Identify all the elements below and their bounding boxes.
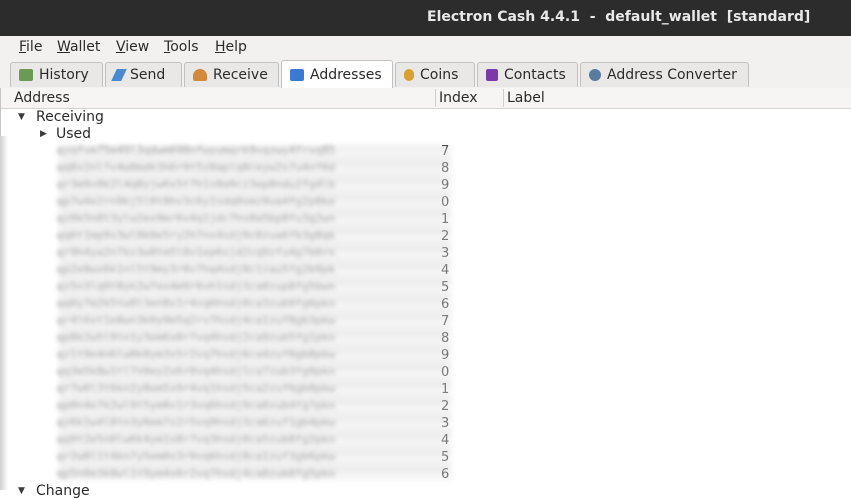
menu-tools[interactable]: Tools [164, 39, 199, 55]
tab-contacts[interactable]: Contacts [477, 62, 578, 87]
addresses-icon [290, 69, 304, 81]
menu-file-mnemonic: F [19, 39, 27, 55]
menu-view-mnemonic: V [116, 39, 126, 55]
tab-history-label: History [39, 67, 89, 83]
redacted-overlay [59, 146, 451, 480]
tab-receive-label: Receive [213, 67, 268, 83]
menu-help[interactable]: Help [215, 39, 247, 55]
menu-wallet[interactable]: Wallet [57, 39, 100, 55]
history-icon [19, 69, 33, 81]
menu-wallet-label: allet [69, 39, 101, 55]
tab-address-converter-label: Address Converter [607, 67, 737, 83]
menu-help-label: elp [225, 39, 247, 55]
tab-receive[interactable]: Receive [184, 62, 279, 87]
tree-node-change-label: Change [36, 483, 90, 499]
tab-coins[interactable]: Coins [395, 62, 475, 87]
column-divider[interactable] [435, 89, 436, 107]
addresses-panel: Address Index Label ▼ Receiving ▶ Used q… [0, 88, 851, 499]
menu-bar: File Wallet View Tools Help [0, 36, 851, 60]
tab-addresses[interactable]: Addresses [281, 60, 393, 89]
coins-icon [404, 69, 414, 81]
menu-view[interactable]: View [116, 39, 149, 55]
tab-send-label: Send [130, 67, 166, 83]
contacts-icon [486, 69, 498, 81]
expand-right-icon[interactable]: ▶ [40, 129, 47, 139]
tab-coins-label: Coins [420, 67, 459, 83]
tree-node-receiving-label: Receiving [36, 109, 104, 125]
table-header: Address Index Label [1, 88, 851, 109]
column-header-address[interactable]: Address [14, 90, 70, 106]
tab-history[interactable]: History [10, 62, 103, 87]
tab-addresses-label: Addresses [310, 67, 382, 83]
column-header-label[interactable]: Label [507, 90, 545, 106]
menu-file-label: ile [26, 39, 43, 55]
column-header-index[interactable]: Index [439, 90, 478, 106]
tab-send[interactable]: Send [105, 62, 182, 87]
tab-address-converter[interactable]: Address Converter [580, 62, 749, 87]
tab-bar: History Send Receive Addresses Coins Con… [0, 60, 851, 89]
expand-down-icon[interactable]: ▼ [18, 112, 25, 122]
menu-tools-label: ools [170, 39, 199, 55]
menu-view-label: iew [125, 39, 150, 55]
expand-down-icon[interactable]: ▼ [18, 486, 25, 496]
title-bar: Electron Cash 4.4.1 - default_wallet [st… [0, 0, 851, 36]
receive-icon [193, 69, 207, 81]
menu-wallet-mnemonic: W [57, 39, 70, 55]
address-converter-icon [589, 69, 601, 81]
tree-node-used-label: Used [56, 126, 92, 142]
column-divider[interactable] [503, 89, 504, 107]
tab-contacts-label: Contacts [504, 67, 566, 83]
window-title: Electron Cash 4.4.1 - default_wallet [st… [427, 9, 811, 25]
send-icon [111, 69, 127, 81]
menu-help-mnemonic: H [215, 39, 226, 55]
menu-file[interactable]: File [19, 39, 42, 55]
window-edge-shadow [0, 136, 8, 490]
